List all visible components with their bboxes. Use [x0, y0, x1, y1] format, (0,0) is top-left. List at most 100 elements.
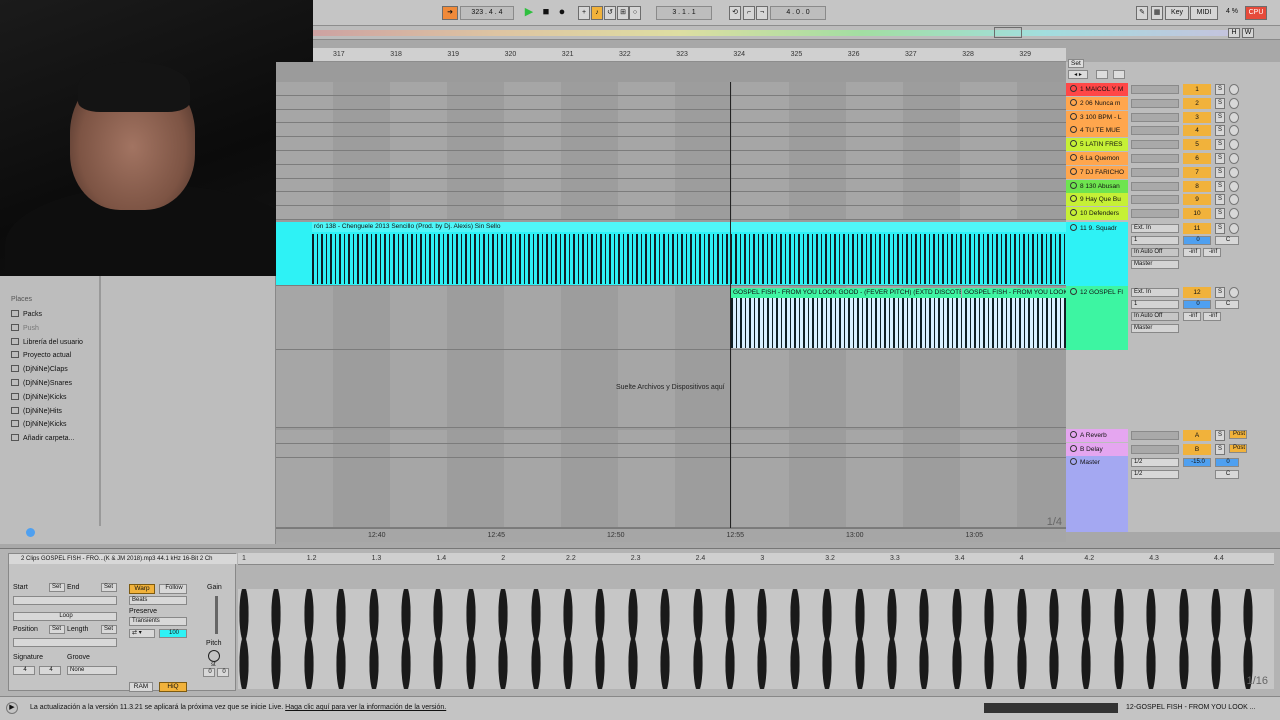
mixer-track[interactable]: 11 9. Squadr Ext. In 1 In Auto Off Master 11 S… — [1066, 222, 1280, 286]
track-activator[interactable]: 10 — [1183, 208, 1211, 220]
mixer-track[interactable]: 7 DJ FARICHO 7 S — [1066, 165, 1280, 179]
output-select[interactable]: Master — [1131, 324, 1179, 333]
overdub-button[interactable]: + — [578, 6, 590, 20]
arm-button[interactable] — [1229, 111, 1239, 123]
loop-button[interactable]: Loop — [13, 612, 117, 621]
track-io[interactable] — [1131, 98, 1179, 108]
loop-length-field[interactable]: 4 . 0 . 0 — [770, 6, 826, 20]
punch-in-button[interactable]: ⌐ — [743, 6, 755, 20]
track-io[interactable] — [1131, 154, 1179, 163]
song-position[interactable]: 323 . 4 . 4 — [460, 6, 514, 20]
place-item[interactable]: Proyecto actual — [11, 351, 71, 359]
play-status-icon[interactable]: ▶ — [6, 702, 18, 714]
track-lane[interactable] — [276, 82, 1066, 96]
preserve-select[interactable]: Transients — [129, 617, 187, 626]
track-11-lane[interactable]: rón 138 - Chenguele 2013 Sencillo (Prod.… — [276, 222, 1066, 286]
pan-field[interactable]: C — [1215, 236, 1239, 245]
gain-slider[interactable] — [215, 596, 218, 634]
solo-button[interactable]: S — [1215, 194, 1225, 206]
track-activator[interactable]: 11 — [1183, 223, 1211, 234]
track-activator[interactable]: A — [1183, 430, 1211, 441]
pitch-fine[interactable]: 0 — [217, 668, 229, 677]
track-activator-icon[interactable] — [1070, 140, 1077, 148]
clip-title-a[interactable]: GOSPEL FISH - FROM YOU LOOK GOOD - (FEVE… — [731, 288, 961, 298]
clip-beat-ruler[interactable]: 1 1.2 1.3 1.4 2 2.2 2.3 2.4 3 3.2 3.3 3.4 4 4.2 4.3 4.4 — [238, 553, 1274, 565]
mixer-track[interactable]: 12 GOSPEL FI Ext. In 1 In Auto Off Master 12 S… — [1066, 286, 1280, 350]
track-activator-icon[interactable] — [1070, 154, 1077, 161]
re-enable-automation-button[interactable]: ↺ — [604, 6, 616, 20]
arm-button[interactable] — [1229, 153, 1239, 164]
w-button[interactable]: W — [1242, 28, 1254, 38]
solo-button[interactable]: S — [1215, 208, 1225, 220]
track-activator-icon[interactable] — [1070, 98, 1077, 106]
h-button[interactable]: H — [1228, 28, 1240, 38]
solo-button[interactable]: S — [1215, 180, 1225, 192]
place-item[interactable]: Librería del usuario — [11, 337, 83, 346]
track-lane[interactable] — [276, 95, 1066, 110]
volume-field[interactable]: 0 — [1183, 236, 1211, 245]
track-activator-icon[interactable] — [1070, 181, 1077, 189]
output-select[interactable]: Master — [1131, 260, 1179, 269]
record-button[interactable]: ● — [556, 6, 568, 20]
solo-button[interactable]: S — [1215, 153, 1225, 164]
input-type-select[interactable]: Ext. In — [1131, 288, 1179, 297]
track-name[interactable]: 5 LATIN FRES — [1066, 138, 1128, 152]
track-io[interactable] — [1131, 112, 1179, 122]
mixer-track[interactable]: 9 Hay Que Bu 9 S — [1066, 193, 1280, 207]
track-name[interactable]: 9 Hay Que Bu — [1066, 193, 1128, 207]
arm-button[interactable] — [1229, 208, 1239, 220]
master-lane[interactable] — [276, 458, 1066, 528]
follow-button[interactable]: ➜ — [442, 6, 458, 20]
start-set-button[interactable]: Set — [49, 583, 65, 592]
track-io[interactable] — [1131, 445, 1179, 454]
capture-button[interactable]: ⊞ — [617, 6, 629, 20]
place-item[interactable]: (DjNiNe)Hits — [11, 406, 62, 415]
master-pan[interactable]: C — [1215, 470, 1239, 479]
automation-arm-button[interactable]: ♪ — [591, 6, 603, 20]
track-activator[interactable]: 4 — [1183, 125, 1211, 137]
track-fold-icon[interactable] — [1070, 224, 1077, 231]
track-activator-icon[interactable] — [1070, 209, 1077, 217]
track-lane[interactable] — [276, 151, 1066, 165]
track-io[interactable] — [1131, 181, 1179, 191]
track-activator-icon[interactable] — [1070, 195, 1077, 203]
session-record-button[interactable]: ○ — [629, 6, 641, 20]
track-activator[interactable]: 3 — [1183, 111, 1211, 123]
track-io[interactable] — [1131, 167, 1179, 177]
play-button[interactable]: ▶ — [523, 6, 535, 20]
sig-denominator[interactable]: 4 — [39, 666, 61, 675]
clip-title[interactable]: rón 138 - Chenguele 2013 Sencillo (Prod.… — [312, 222, 1066, 232]
overview-viewport[interactable] — [994, 27, 1022, 38]
track-activator[interactable]: 8 — [1183, 180, 1211, 192]
browser-content[interactable] — [100, 276, 268, 526]
track-io[interactable] — [1131, 85, 1179, 94]
place-item[interactable]: (DjNiNe)Kicks — [11, 420, 67, 428]
track-lane[interactable] — [276, 137, 1066, 151]
arm-button[interactable] — [1229, 180, 1239, 192]
loop-mode-select[interactable]: ⇄ ▾ — [129, 629, 155, 638]
cue-out-2[interactable]: 1/2 — [1131, 470, 1179, 479]
mixer-track[interactable]: 6 La Quemon 6 S — [1066, 152, 1280, 165]
track-activator-icon[interactable] — [1070, 126, 1077, 134]
position-set-button[interactable]: Set — [49, 625, 65, 634]
track-io[interactable] — [1131, 431, 1179, 440]
nav-arrows[interactable]: ◂ ▸ — [1068, 70, 1088, 79]
place-item[interactable]: Packs — [11, 310, 42, 318]
mixer-track[interactable]: 1 MAICOL Y M 1S — [1066, 83, 1280, 96]
solo-button[interactable]: S — [1215, 287, 1225, 298]
arm-button[interactable] — [1229, 166, 1239, 178]
solo-button[interactable]: S — [1215, 97, 1225, 109]
arrangement-view[interactable]: rón 138 - Chenguele 2013 Sencillo (Prod.… — [276, 62, 1066, 542]
post-button[interactable]: Post — [1229, 430, 1247, 439]
track-activator-icon[interactable] — [1070, 431, 1077, 438]
return-b-lane[interactable] — [276, 444, 1066, 458]
ram-button[interactable]: RAM — [129, 682, 153, 692]
arm-button[interactable] — [1229, 139, 1239, 151]
mixer-track[interactable]: 3 100 BPM - L 3S — [1066, 110, 1280, 124]
pitch-knob[interactable] — [208, 650, 220, 662]
place-item[interactable]: Añadir carpeta... — [11, 434, 74, 442]
beat-time-ruler[interactable]: 317 318 319 320 321 322 323 324 325 326 327 328 329 — [313, 48, 1066, 62]
track-name[interactable]: 1 MAICOL Y M — [1066, 83, 1128, 96]
track-lane[interactable] — [276, 178, 1066, 193]
place-item[interactable]: (DjNiNe)Kicks — [11, 392, 67, 401]
